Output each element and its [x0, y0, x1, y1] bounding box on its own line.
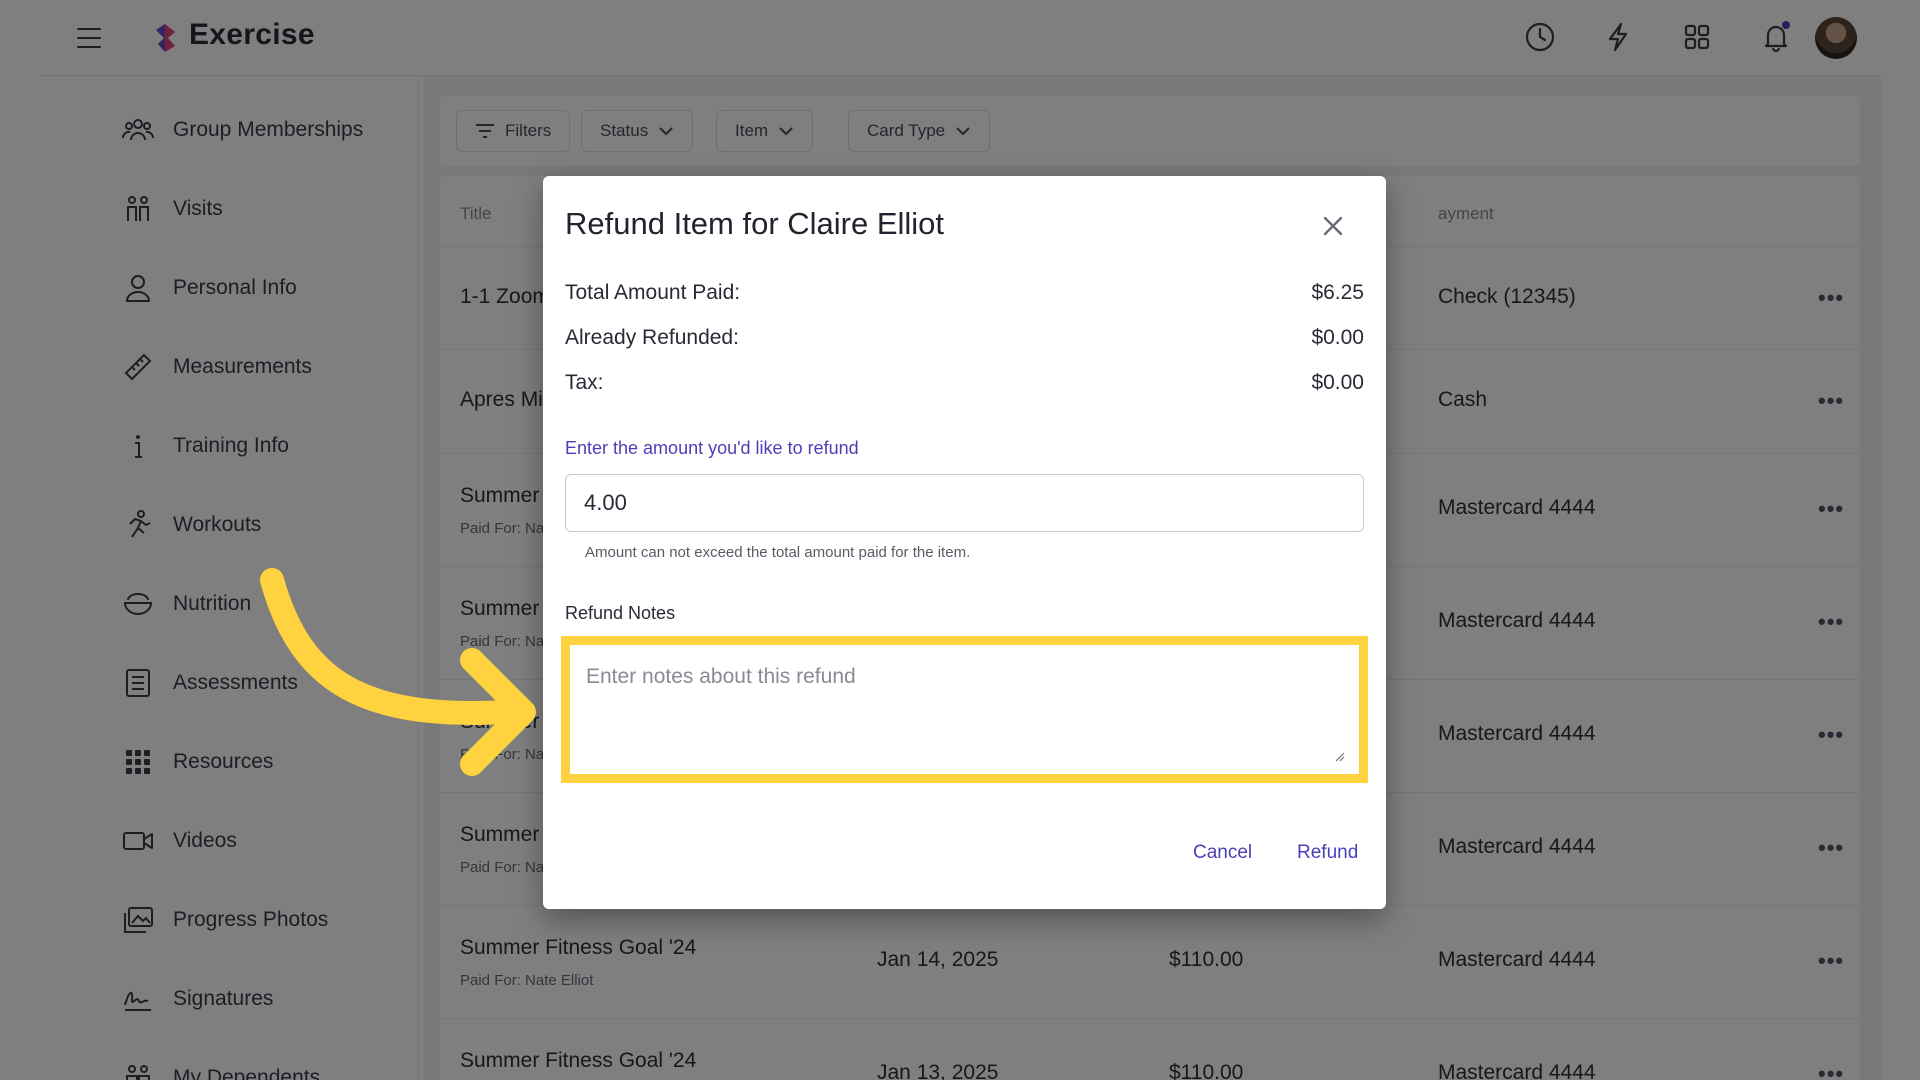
- modal-backdrop[interactable]: Refund Item for Claire Elliot Total Amou…: [0, 0, 1920, 1080]
- refund-notes-label: Refund Notes: [565, 603, 676, 623]
- cancel-button[interactable]: Cancel: [1193, 842, 1252, 864]
- tax-value: $0.00: [1311, 371, 1364, 394]
- pointer-arrow-icon: [260, 568, 536, 776]
- notes-highlight-box: [561, 636, 1368, 783]
- already-refunded-value: $0.00: [1311, 326, 1364, 349]
- resize-grip-icon[interactable]: [1333, 750, 1345, 762]
- total-paid-value: $6.25: [1311, 281, 1364, 304]
- dialog-title: Refund Item for Claire Elliot: [565, 206, 945, 241]
- already-refunded-label: Already Refunded:: [565, 326, 739, 349]
- refund-dialog: Refund Item for Claire Elliot Total Amou…: [543, 176, 1386, 909]
- refund-amount-label: Enter the amount you'd like to refund: [565, 438, 859, 458]
- refund-notes-textarea[interactable]: [570, 645, 1359, 774]
- refund-amount-hint: Amount can not exceed the total amount p…: [585, 544, 971, 561]
- tax-label: Tax:: [565, 371, 604, 394]
- close-icon[interactable]: [1320, 213, 1346, 239]
- refund-amount-input[interactable]: [565, 474, 1364, 532]
- refund-button[interactable]: Refund: [1297, 842, 1358, 864]
- total-paid-label: Total Amount Paid:: [565, 281, 741, 304]
